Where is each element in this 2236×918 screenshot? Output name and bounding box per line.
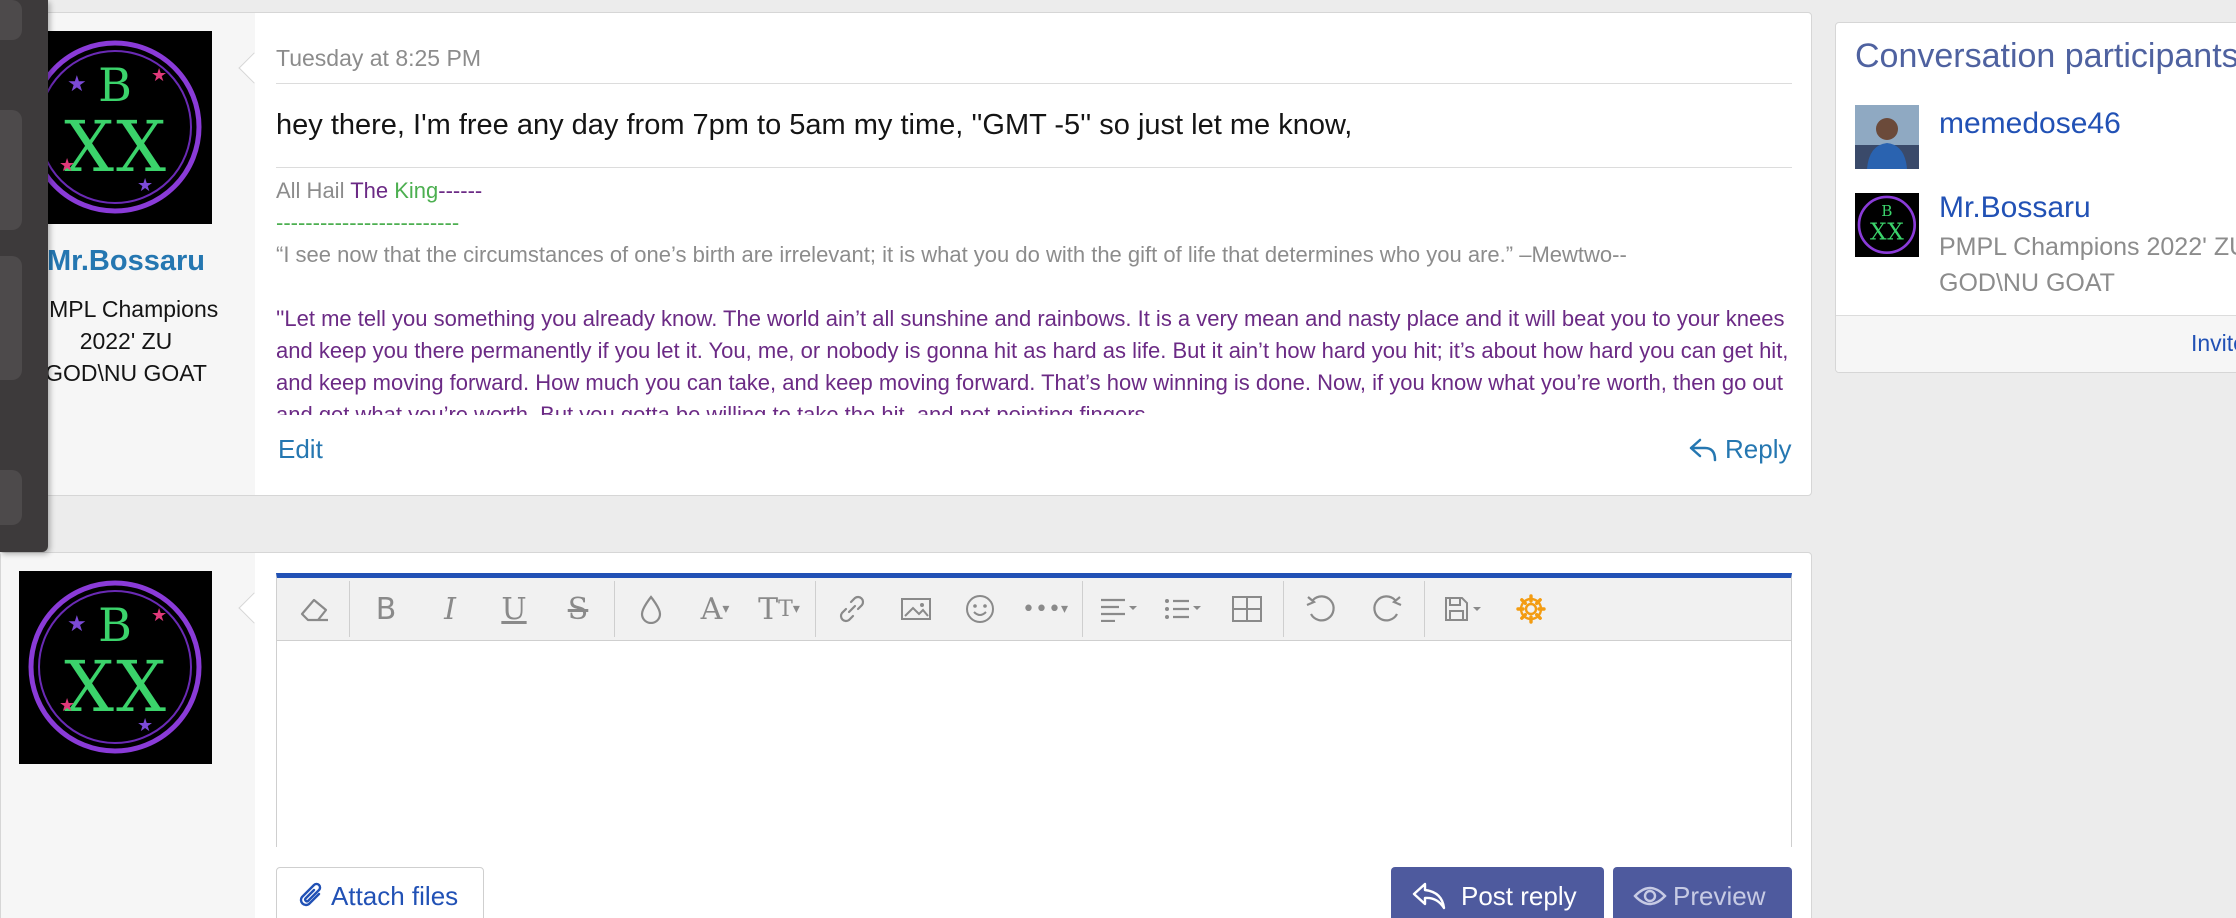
undo-icon[interactable] [1288,578,1354,641]
dock-item[interactable] [0,470,22,525]
invite-link[interactable]: Invite [2191,330,2236,357]
preview-label: Preview [1673,880,1766,911]
avatar[interactable]: B X X ★ ★ ★ ★ [19,571,212,764]
message-post: B X X ★ ★ ★ ★ Mr.Bossaru PMPL Champions … [0,12,1812,496]
svg-text:B: B [98,598,132,652]
svg-text:X: X [1887,218,1904,245]
reply-icon [1689,437,1717,463]
redo-icon[interactable] [1354,578,1420,641]
font-family-icon[interactable]: A ▾ [683,578,747,641]
edit-link[interactable]: Edit [278,434,323,465]
signature-long-quote-container: ''Let me tell you something you already … [276,303,1792,415]
reply-label: Reply [1725,434,1792,464]
svg-text:X: X [64,646,114,728]
svg-text:★: ★ [137,715,153,735]
svg-text:★: ★ [59,155,75,175]
svg-text:★: ★ [67,611,87,636]
settings-icon[interactable] [1501,578,1561,641]
rich-text-editor[interactable]: B I U S A ▾ T T ▾ ••• ▾ [276,573,1792,847]
paperclip-icon [297,880,327,912]
attach-files-button[interactable]: Attach files [276,867,484,918]
signature-text: All Hail [276,178,351,203]
post-reply-button[interactable]: Post reply [1391,867,1604,918]
dock-item[interactable] [0,256,22,380]
toolbar-separator [1082,581,1083,637]
toolbar-separator [614,581,615,637]
svg-text:★: ★ [151,605,167,625]
svg-text:X: X [64,106,114,188]
signature-quote: “I see now that the circumstances of one… [276,242,1627,267]
toolbar-separator [1424,581,1425,637]
underline-icon[interactable]: U [482,578,546,641]
signature-long-quote: ''Let me tell you something you already … [276,306,1789,415]
participants-footer: Invite [1836,315,2236,372]
bold-icon[interactable]: B [354,578,418,641]
reply-link[interactable]: Reply [1689,434,1791,465]
svg-text:X: X [1870,218,1887,245]
strikethrough-icon[interactable]: S [546,578,610,641]
participant-title: GOD\NU GOAT [1939,269,2115,297]
image-icon[interactable] [884,578,948,641]
toolbar-separator [815,581,816,637]
message-body: hey there, I'm free any day from 7pm to … [276,109,1353,141]
dock-item[interactable] [0,0,22,40]
signature-line-king: All Hail The King------ [276,175,1792,207]
conversation-participants-panel: Conversation participants memedose46 B X… [1835,22,2236,373]
signature-text: King [394,178,439,203]
signature-text: ------ [438,178,483,203]
app-dock [0,0,48,552]
table-icon[interactable] [1215,578,1279,641]
list-icon[interactable] [1151,578,1215,641]
participant-avatar[interactable] [1855,105,1919,169]
reply-icon [1411,880,1447,912]
link-icon[interactable] [820,578,884,641]
text-color-icon[interactable] [619,578,683,641]
toolbar-separator [349,581,350,637]
drafts-icon[interactable] [1429,578,1501,641]
editor-text-area[interactable] [277,641,1791,847]
svg-text:★: ★ [151,65,167,85]
participants-heading: Conversation participants [1855,37,2236,75]
message-username[interactable]: Mr.Bossaru [31,245,221,278]
preview-button[interactable]: Preview [1613,867,1792,918]
participant-avatar[interactable]: B X X [1855,193,1919,257]
message-date[interactable]: Tuesday at 8:25 PM [276,45,481,72]
svg-text:B: B [98,58,132,112]
reply-user-panel: B X X ★ ★ ★ ★ [1,553,255,918]
attach-files-label: Attach files [331,880,459,911]
more-icon[interactable]: ••• ▾ [1012,578,1078,641]
post-reply-label: Post reply [1461,880,1577,911]
message-user-title: PMPL Champions 2022' ZU GOD\NU GOAT [33,296,219,386]
svg-text:B: B [1881,202,1892,220]
font-size-icon[interactable]: T T ▾ [747,578,811,641]
svg-text:★: ★ [67,71,87,96]
clear-formatting-icon[interactable] [285,578,345,641]
quick-reply: B X X ★ ★ ★ ★ B I U S A ▾ T T ▾ ••• ▾ At… [0,552,1812,918]
divider [276,83,1792,84]
participant-name[interactable]: Mr.Bossaru [1939,191,2091,225]
editor-toolbar: B I U S A ▾ T T ▾ ••• ▾ [277,578,1791,641]
smilie-icon[interactable] [948,578,1012,641]
eye-icon [1633,884,1667,908]
participant-title: PMPL Champions 2022' ZU [1939,233,2236,261]
signature-dashline: ------------------------- [276,210,460,235]
participant-name[interactable]: memedose46 [1939,107,2121,141]
italic-icon[interactable]: I [418,578,482,641]
svg-text:★: ★ [137,175,153,195]
toolbar-separator [1283,581,1284,637]
align-icon[interactable] [1087,578,1151,641]
svg-text:★: ★ [59,695,75,715]
signature-text: The [350,178,395,203]
signature-divider [276,167,1792,168]
dock-item[interactable] [0,110,22,230]
